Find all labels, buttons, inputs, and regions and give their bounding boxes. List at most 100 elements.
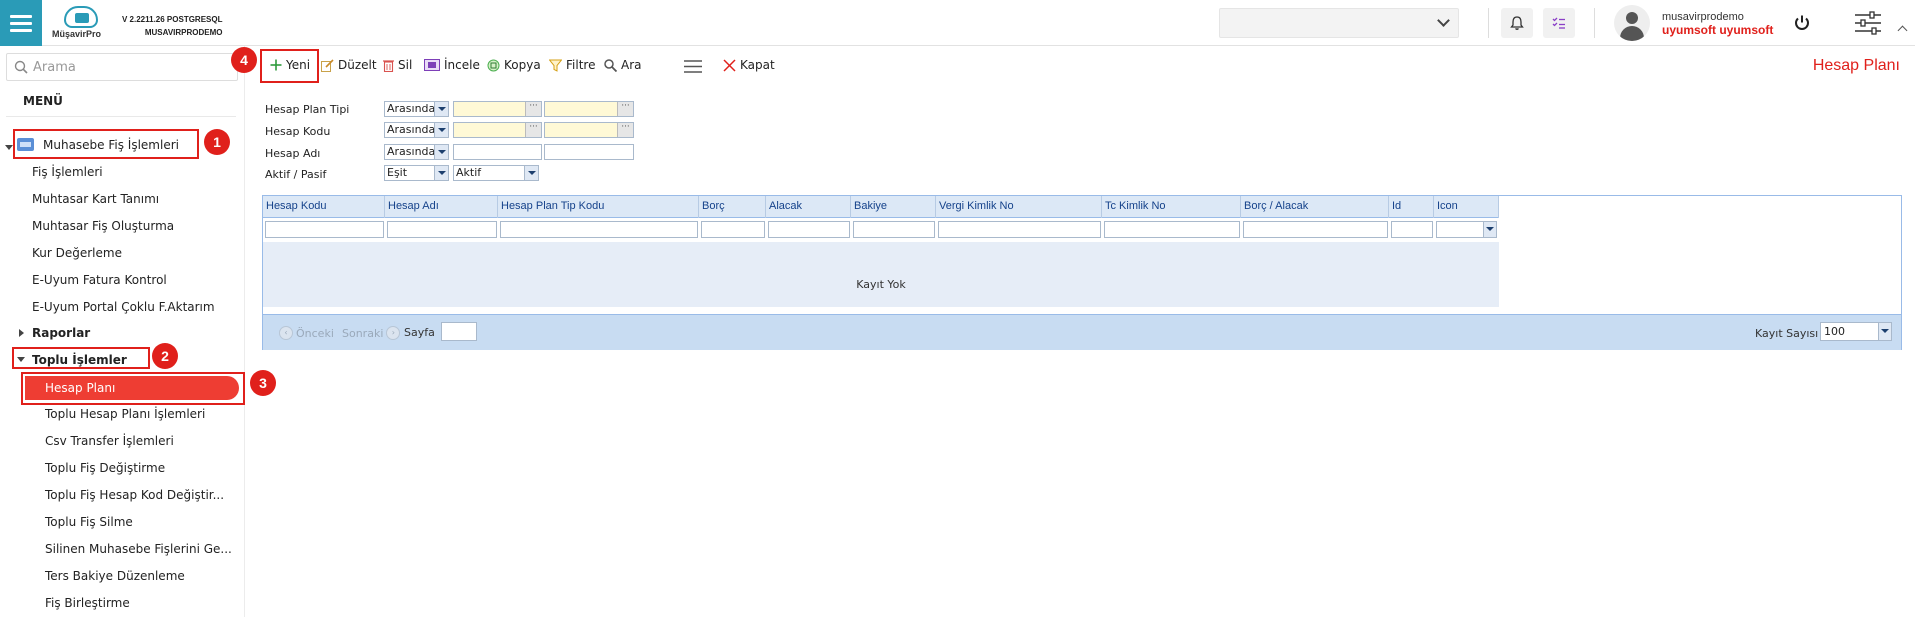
- sidebar-item-toplu-hesap-plani-islemleri[interactable]: Toplu Hesap Planı İşlemleri: [45, 407, 205, 421]
- database-label: MUSAVIRPRODEMO: [144, 28, 223, 37]
- sidebar-item-raporlar[interactable]: Raporlar: [32, 326, 90, 340]
- column-header[interactable]: Borç: [699, 196, 766, 218]
- column-filter-input[interactable]: [701, 221, 765, 238]
- column-header[interactable]: Icon: [1434, 196, 1499, 218]
- filter-operator-select[interactable]: Arasında: [384, 101, 449, 117]
- filter-value-to[interactable]: ···: [544, 122, 634, 138]
- logout-button[interactable]: [1793, 14, 1811, 35]
- lookup-icon[interactable]: ···: [525, 123, 541, 137]
- filter-operator-select[interactable]: Arasında: [384, 122, 449, 138]
- sidebar-item-toplu-fis-silme[interactable]: Toplu Fiş Silme: [45, 515, 133, 529]
- filter-button[interactable]: Filtre: [549, 58, 595, 72]
- annotation-badge: 1: [204, 129, 230, 155]
- page-title: Hesap Planı: [1812, 57, 1900, 74]
- column-filter-input[interactable]: [768, 221, 850, 238]
- page-size-select[interactable]: 100: [1820, 322, 1892, 341]
- sidebar-item-toplu-fis-hesap-kod[interactable]: Toplu Fiş Hesap Kod Değiştir...: [45, 488, 224, 502]
- annotation-box: [12, 347, 150, 369]
- brand-name: MüşavirPro: [52, 29, 102, 39]
- lookup-icon[interactable]: ···: [617, 102, 633, 116]
- column-filter-input[interactable]: [853, 221, 935, 238]
- grid-header: Hesap Kodu Hesap Adı Hesap Plan Tip Kodu…: [263, 196, 1499, 218]
- app-logo: MüşavirPro: [50, 4, 120, 42]
- sidebar-item-fis-birlestirme[interactable]: Fiş Birleştirme: [45, 596, 130, 610]
- sidebar-search[interactable]: [6, 53, 238, 81]
- column-header[interactable]: Tc Kimlik No: [1102, 196, 1241, 218]
- hamburger-menu-button[interactable]: [0, 0, 42, 46]
- collapsed-arrow-icon[interactable]: [19, 329, 24, 337]
- settings-button[interactable]: [1854, 11, 1882, 38]
- column-header[interactable]: Alacak: [766, 196, 851, 218]
- column-filter-select[interactable]: [1436, 221, 1497, 238]
- search-button[interactable]: Ara: [604, 58, 642, 72]
- grid-body: Kayıt Yok: [263, 242, 1499, 307]
- filter-value-to[interactable]: [544, 144, 634, 160]
- sliders-icon: [1855, 11, 1881, 35]
- next-page-button[interactable]: Sonraki ›: [342, 326, 401, 340]
- sidebar-item-silinen-muhasebe-fisleri[interactable]: Silinen Muhasebe Fişlerini Ge...: [45, 542, 232, 556]
- copy-button[interactable]: Kopya: [487, 58, 541, 72]
- column-filter-input[interactable]: [387, 221, 497, 238]
- inspect-button[interactable]: İncele: [424, 58, 480, 72]
- column-filter-input[interactable]: [500, 221, 698, 238]
- column-filter-input[interactable]: [265, 221, 384, 238]
- filter-operator-select[interactable]: Eşit: [384, 165, 449, 181]
- column-filter-input[interactable]: [938, 221, 1101, 238]
- filter-label-hesap-adi: Hesap Adı: [265, 147, 321, 160]
- column-header[interactable]: Hesap Plan Tip Kodu: [498, 196, 699, 218]
- annotation-box: [21, 372, 245, 405]
- column-header[interactable]: Hesap Kodu: [263, 196, 385, 218]
- lookup-icon[interactable]: ···: [525, 102, 541, 116]
- menu-lines-icon: [684, 60, 702, 73]
- more-menu-button[interactable]: [684, 60, 702, 73]
- filter-value-select[interactable]: Aktif: [453, 165, 539, 181]
- filter-value-from[interactable]: ···: [453, 101, 542, 117]
- column-header[interactable]: Borç / Alacak: [1241, 196, 1389, 218]
- user-avatar[interactable]: [1614, 5, 1650, 41]
- sidebar-item-muhtasar-kart-tanimi[interactable]: Muhtasar Kart Tanımı: [32, 192, 159, 206]
- tasks-button[interactable]: [1543, 8, 1575, 38]
- column-filter-input[interactable]: [1391, 221, 1433, 238]
- trash-icon: [383, 59, 394, 72]
- new-button[interactable]: Yeni: [270, 58, 310, 72]
- chevron-up-icon[interactable]: [1897, 25, 1908, 36]
- delete-button[interactable]: Sil: [383, 58, 412, 72]
- sidebar-item-ters-bakiye-duzenleme[interactable]: Ters Bakiye Düzenleme: [45, 569, 185, 583]
- page-number-input[interactable]: [441, 322, 477, 341]
- edit-button[interactable]: Düzelt: [321, 58, 377, 72]
- company-select[interactable]: [1219, 8, 1459, 38]
- close-icon: [723, 58, 736, 72]
- close-button[interactable]: Kapat: [723, 58, 775, 72]
- chevron-down-icon: [1437, 14, 1450, 27]
- checklist-icon: [1552, 17, 1565, 29]
- notifications-button[interactable]: [1501, 8, 1533, 38]
- expanded-arrow-icon[interactable]: [5, 145, 13, 150]
- filter-value-from[interactable]: ···: [453, 122, 542, 138]
- dropdown-arrow-icon: [434, 145, 448, 159]
- user-company: uyumsoft uyumsoft: [1662, 23, 1774, 37]
- sidebar-item-toplu-fis-degistirme[interactable]: Toplu Fiş Değiştirme: [45, 461, 165, 475]
- copy-icon: [487, 59, 500, 71]
- column-header[interactable]: Hesap Adı: [385, 196, 498, 218]
- filter-operator-select[interactable]: Arasında: [384, 144, 449, 160]
- filter-label-hesap-plan-tipi: Hesap Plan Tipi: [265, 103, 350, 116]
- column-filter-input[interactable]: [1243, 221, 1388, 238]
- lookup-icon[interactable]: ···: [617, 123, 633, 137]
- sidebar-item-e-uyum-fatura-kontrol[interactable]: E-Uyum Fatura Kontrol: [32, 273, 167, 287]
- annotation-badge: 2: [152, 343, 178, 369]
- filter-value-to[interactable]: ···: [544, 101, 634, 117]
- sidebar-item-muhtasar-fis-olusturma[interactable]: Muhtasar Fiş Oluşturma: [32, 219, 174, 233]
- prev-page-button[interactable]: ‹ Önceki: [279, 326, 334, 340]
- filter-value-from[interactable]: [453, 144, 542, 160]
- sidebar-item-csv-transfer-islemleri[interactable]: Csv Transfer İşlemleri: [45, 434, 174, 448]
- column-filter-input[interactable]: [1104, 221, 1240, 238]
- dropdown-arrow-icon: [1483, 222, 1496, 237]
- column-header[interactable]: Bakiye: [851, 196, 936, 218]
- dropdown-arrow-icon: [434, 123, 448, 137]
- sidebar-item-fis-islemleri[interactable]: Fiş İşlemleri: [32, 165, 103, 179]
- sidebar-search-input[interactable]: [33, 58, 233, 76]
- sidebar-item-e-uyum-portal-coklu[interactable]: E-Uyum Portal Çoklu F.Aktarım: [32, 300, 215, 314]
- column-header[interactable]: Id: [1389, 196, 1434, 218]
- sidebar-item-kur-degerleme[interactable]: Kur Değerleme: [32, 246, 122, 260]
- column-header[interactable]: Vergi Kimlik No: [936, 196, 1102, 218]
